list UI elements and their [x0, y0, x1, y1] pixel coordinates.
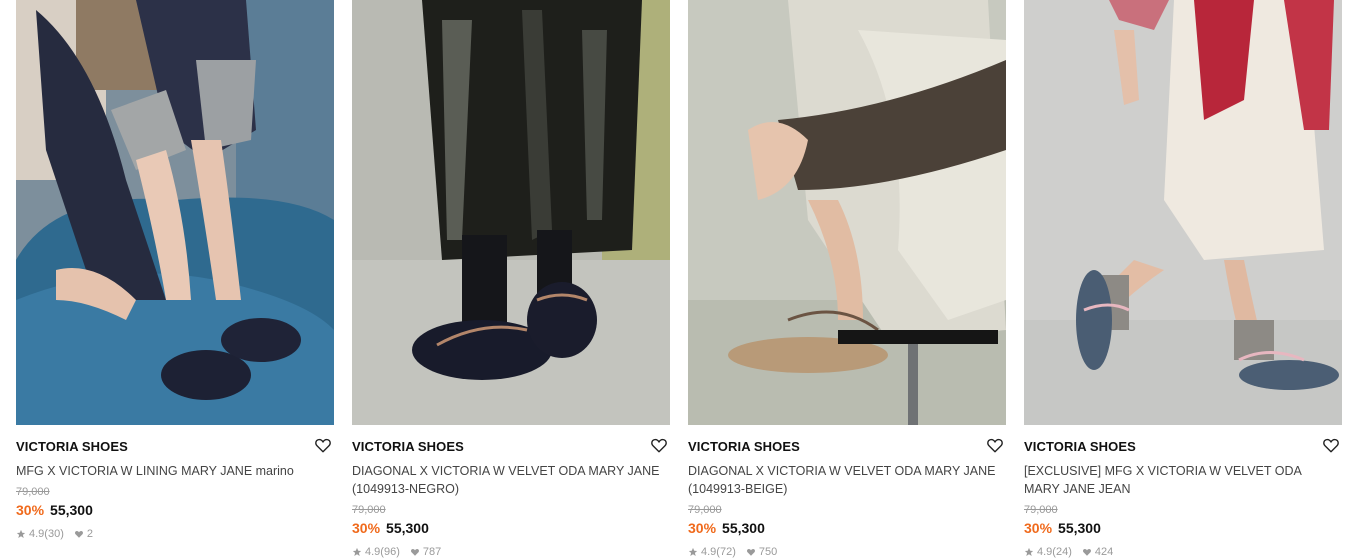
brand-row: VICTORIA SHOES	[352, 436, 670, 455]
rating-text: 4.9(96)	[365, 546, 400, 558]
price-row: 30% 55,300	[16, 501, 334, 519]
product-card[interactable]: VICTORIA SHOES DIAGONAL X VICTORIA W VEL…	[352, 0, 670, 558]
product-photo-navy-mary-janes	[16, 0, 334, 425]
brand-name[interactable]: VICTORIA SHOES	[352, 439, 670, 455]
rating-text: 4.9(24)	[1037, 546, 1072, 558]
discount-rate: 30%	[16, 502, 45, 518]
brand-row: VICTORIA SHOES	[1024, 436, 1342, 455]
discount-rate: 30%	[688, 520, 717, 536]
sale-price: 55,300	[1058, 520, 1101, 536]
product-grid: VICTORIA SHOES MFG X VICTORIA W LINING M…	[0, 0, 1347, 559]
product-card[interactable]: VICTORIA SHOES MFG X VICTORIA W LINING M…	[16, 0, 334, 540]
product-image[interactable]	[688, 0, 1006, 425]
product-stats: 4.9(96) 787	[352, 546, 670, 558]
star-icon	[1024, 547, 1034, 557]
product-image[interactable]	[352, 0, 670, 425]
product-card[interactable]: VICTORIA SHOES DIAGONAL X VICTORIA W VEL…	[688, 0, 1006, 558]
original-price: 79,000	[16, 486, 50, 498]
star-icon	[688, 547, 698, 557]
original-price: 79,000	[352, 504, 386, 516]
product-name[interactable]: DIAGONAL X VICTORIA W VELVET ODA MARY JA…	[352, 462, 664, 498]
discount-rate: 30%	[1024, 520, 1053, 536]
likes-count: 750	[758, 546, 778, 558]
likes-count: 424	[1094, 546, 1114, 558]
sale-price: 55,300	[386, 520, 429, 536]
price-row: 30% 55,300	[688, 519, 1006, 537]
product-stats: 4.9(30) 2	[16, 528, 334, 540]
product-name[interactable]: DIAGONAL X VICTORIA W VELVET ODA MARY JA…	[688, 462, 1000, 498]
product-photo-beige-mary-janes	[688, 0, 1006, 425]
likes-count: 787	[422, 546, 442, 558]
likes-count: 2	[86, 528, 93, 540]
brand-row: VICTORIA SHOES	[688, 436, 1006, 455]
heart-outline-icon[interactable]	[986, 436, 1004, 454]
rating-text: 4.9(30)	[29, 528, 64, 540]
brand-name[interactable]: VICTORIA SHOES	[16, 439, 334, 455]
product-photo-denim-velvet-mary-janes	[1024, 0, 1342, 425]
price-row: 30% 55,300	[1024, 519, 1342, 537]
brand-name[interactable]: VICTORIA SHOES	[1024, 439, 1342, 455]
rating-text: 4.9(72)	[701, 546, 736, 558]
product-stats: 4.9(72) 750	[688, 546, 1006, 558]
price-row: 30% 55,300	[352, 519, 670, 537]
heart-outline-icon[interactable]	[314, 436, 332, 454]
product-name[interactable]: [EXCLUSIVE] MFG X VICTORIA W VELVET ODA …	[1024, 462, 1336, 498]
product-stats: 4.9(24) 424	[1024, 546, 1342, 558]
heart-icon	[1082, 547, 1092, 557]
star-icon	[16, 529, 26, 539]
heart-icon	[746, 547, 756, 557]
product-name[interactable]: MFG X VICTORIA W LINING MARY JANE marino	[16, 462, 328, 480]
sale-price: 55,300	[50, 502, 93, 518]
product-photo-black-velvet-mary-janes	[352, 0, 670, 425]
sale-price: 55,300	[722, 520, 765, 536]
product-image[interactable]	[16, 0, 334, 425]
brand-row: VICTORIA SHOES	[16, 436, 334, 455]
heart-outline-icon[interactable]	[650, 436, 668, 454]
brand-name[interactable]: VICTORIA SHOES	[688, 439, 1006, 455]
product-image[interactable]	[1024, 0, 1342, 425]
heart-outline-icon[interactable]	[1322, 436, 1340, 454]
discount-rate: 30%	[352, 520, 381, 536]
original-price: 79,000	[1024, 504, 1058, 516]
heart-icon	[410, 547, 420, 557]
original-price: 79,000	[688, 504, 722, 516]
star-icon	[352, 547, 362, 557]
product-card[interactable]: VICTORIA SHOES [EXCLUSIVE] MFG X VICTORI…	[1024, 0, 1342, 558]
heart-icon	[74, 529, 84, 539]
